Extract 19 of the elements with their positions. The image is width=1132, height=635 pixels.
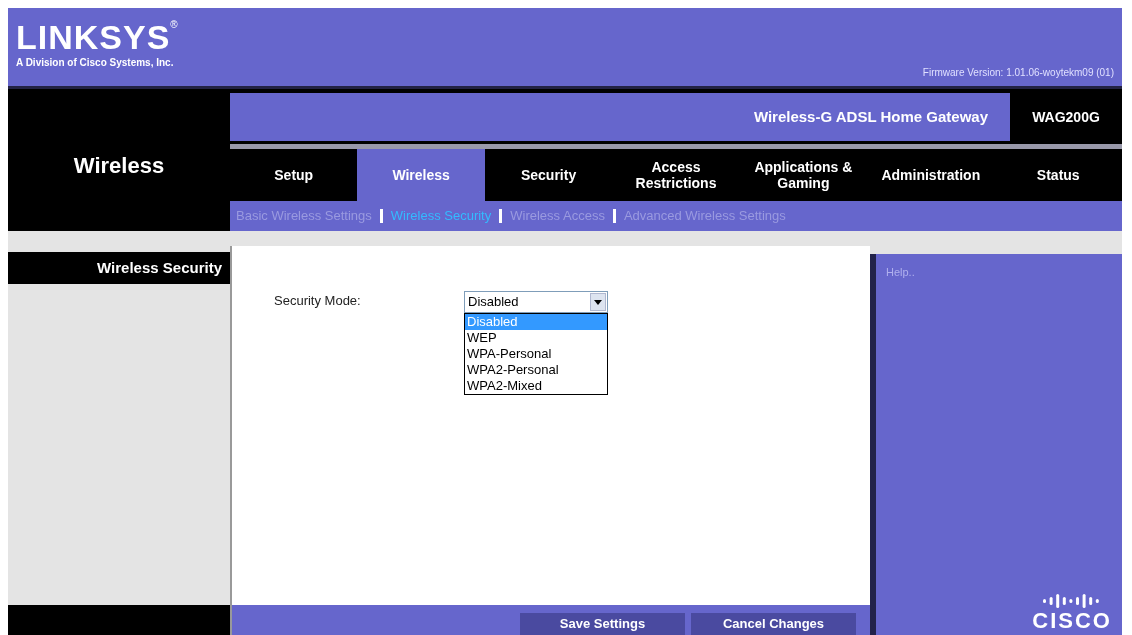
- model-name: WAG200G: [1032, 107, 1100, 127]
- cisco-logo: CISCO: [1032, 609, 1112, 633]
- field-label: Security Mode:: [274, 292, 362, 310]
- dropdown-option[interactable]: WPA2-Mixed: [465, 378, 607, 394]
- save-settings-button[interactable]: Save Settings: [520, 613, 685, 635]
- registered-mark: ®: [170, 20, 178, 30]
- dropdown-option[interactable]: WEP: [465, 330, 607, 346]
- firmware-version: Firmware Version: 1.01.06-woytekm09 (01): [922, 66, 1114, 80]
- dropdown-option[interactable]: WPA2-Personal: [465, 362, 607, 378]
- product-name: Wireless-G ADSL Home Gateway: [753, 106, 988, 127]
- help-text: Help..: [886, 265, 916, 280]
- cancel-changes-button[interactable]: Cancel Changes: [691, 613, 856, 635]
- nav-tab[interactable]: Wireless: [357, 149, 485, 201]
- section-title: Wireless: [73, 152, 165, 180]
- linksys-logo: LINKSYS: [16, 20, 171, 54]
- security-mode-select[interactable]: Disabled: [464, 291, 608, 313]
- dropdown-option[interactable]: WPA-Personal: [465, 346, 607, 362]
- logo-tagline: A Division of Cisco Systems, Inc.: [16, 56, 175, 70]
- sidebar-heading: Wireless Security: [97, 257, 222, 278]
